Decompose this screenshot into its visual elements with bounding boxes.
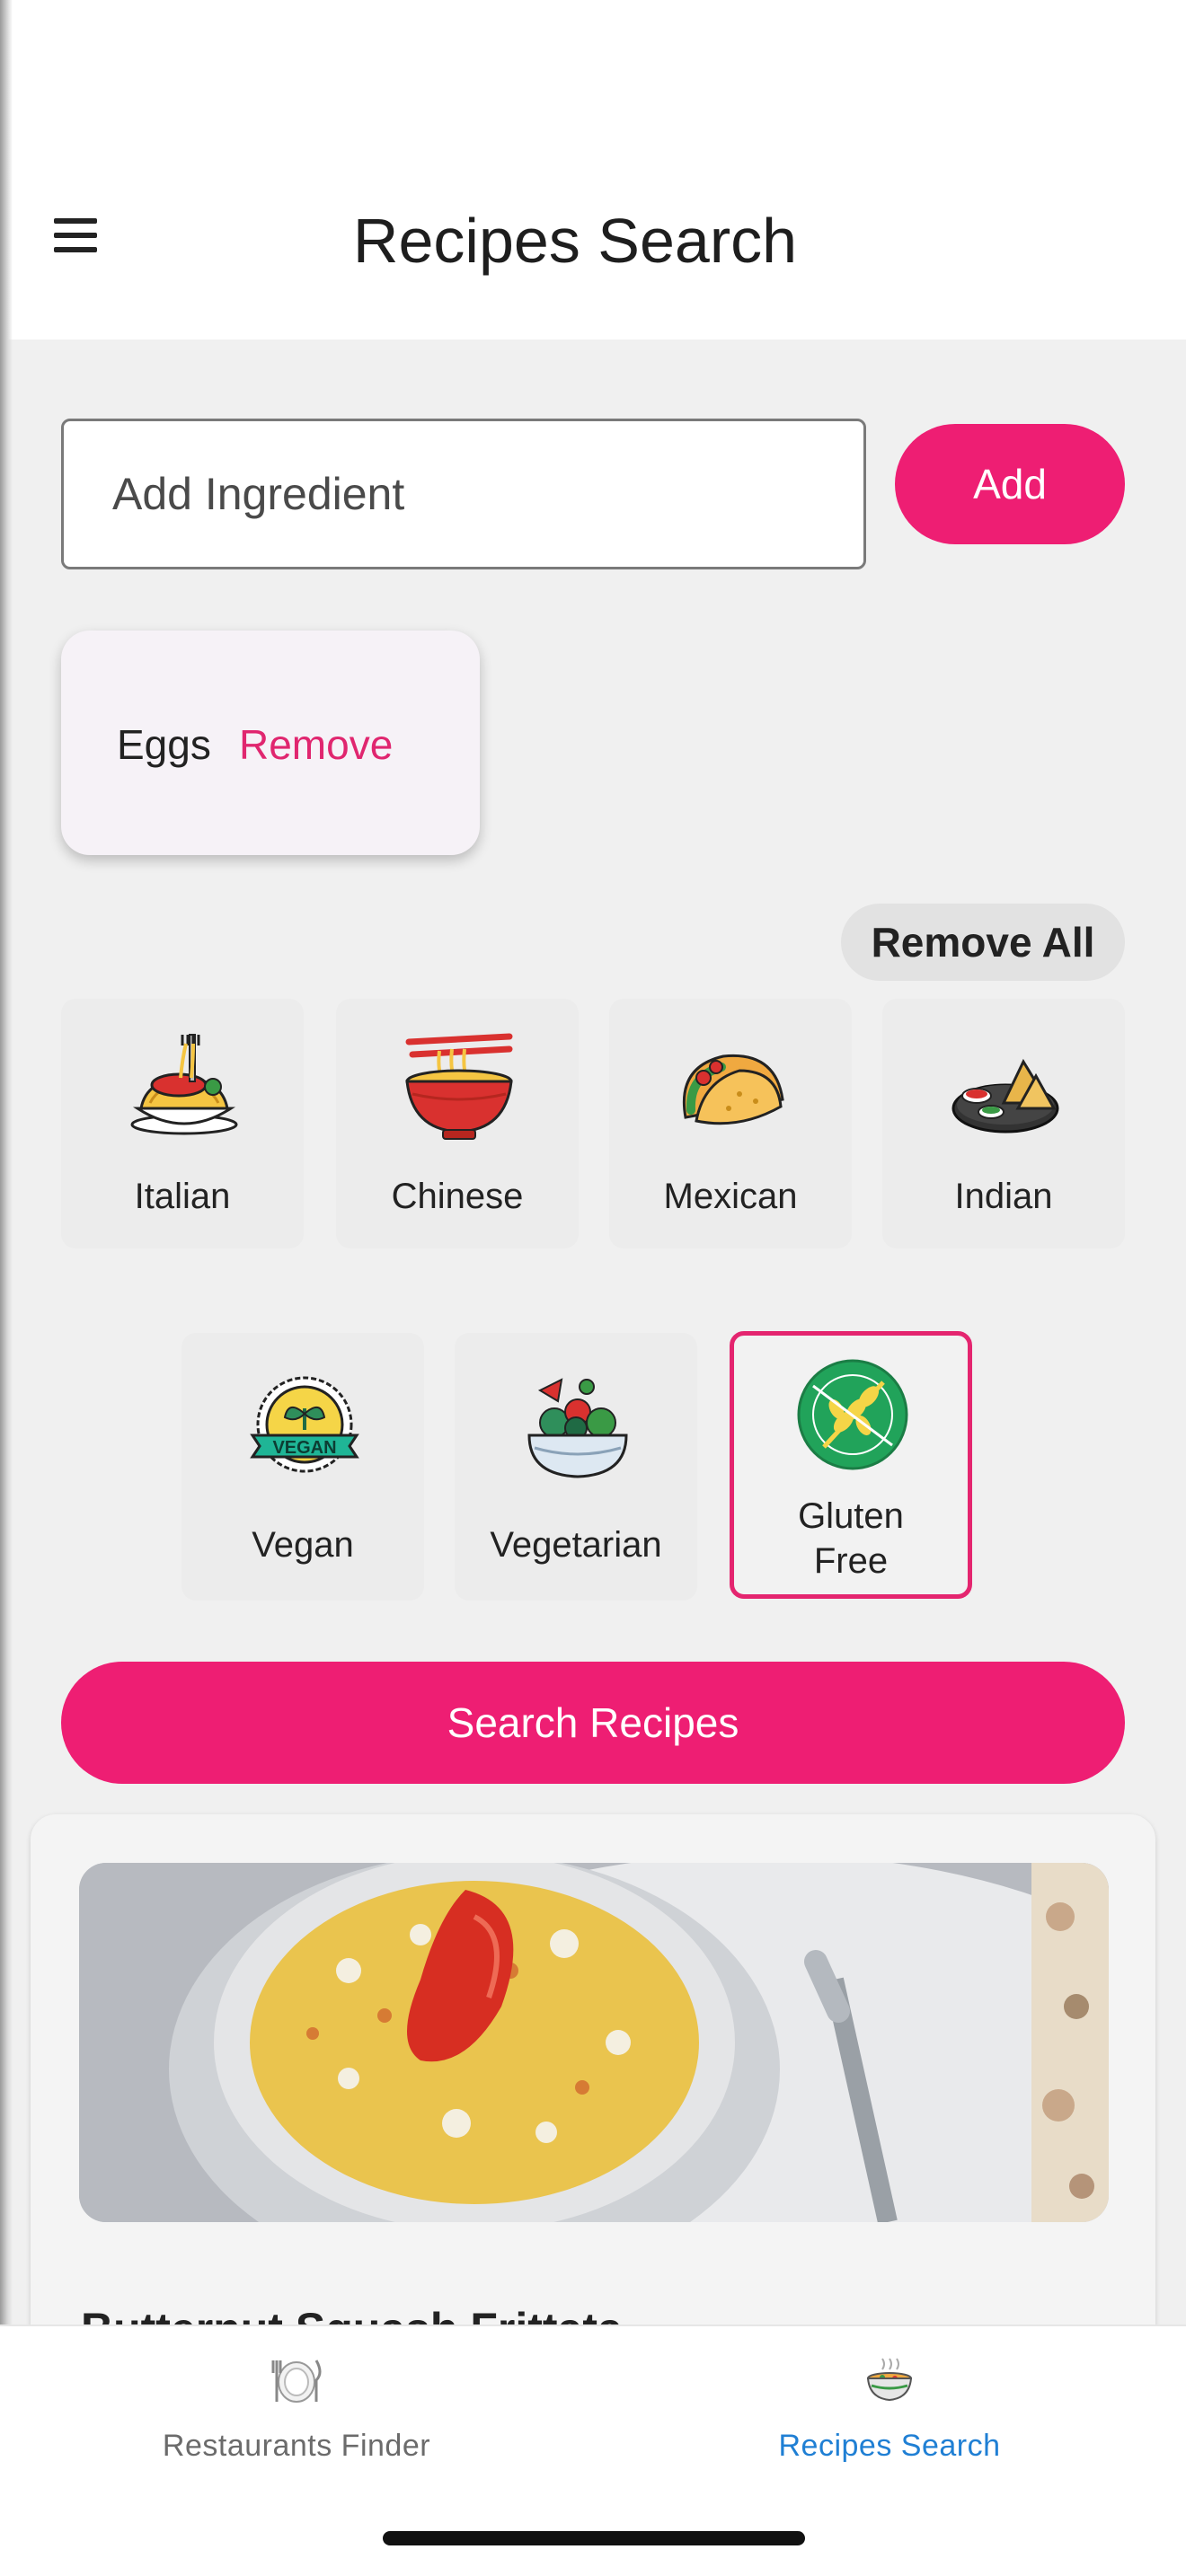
diet-label: Vegetarian	[490, 1525, 662, 1565]
nav-recipes-search[interactable]: Recipes Search	[692, 2355, 1087, 2490]
cuisine-tile-indian[interactable]: Indian	[882, 999, 1125, 1248]
diet-tile-vegetarian[interactable]: Vegetarian	[455, 1333, 697, 1601]
diet-label: Gluten Free	[734, 1494, 968, 1584]
diet-tile-gluten-free[interactable]: Gluten Free	[730, 1331, 972, 1599]
vegan-badge-icon: VEGAN	[250, 1376, 359, 1473]
cuisine-label: Mexican	[663, 1177, 798, 1216]
home-indicator[interactable]	[383, 2531, 805, 2545]
svg-text:VEGAN: VEGAN	[272, 1438, 336, 1458]
diet-tile-vegan[interactable]: VEGAN Vegan	[181, 1333, 424, 1601]
diet-label: Vegan	[252, 1525, 354, 1565]
search-recipes-button[interactable]: Search Recipes	[61, 1662, 1125, 1784]
samosa-icon	[951, 1058, 1059, 1134]
cuisine-label: Chinese	[391, 1177, 524, 1216]
noodle-bowl-icon	[405, 1033, 513, 1140]
nav-label: Recipes Search	[778, 2429, 1001, 2463]
ingredient-input[interactable]	[61, 419, 866, 569]
ingredient-chip: Eggs Remove	[61, 631, 480, 855]
diet-label-line1: Gluten	[798, 1496, 904, 1536]
remove-all-button[interactable]: Remove All	[841, 904, 1125, 981]
frittata-photo	[79, 1863, 1109, 2222]
cuisine-tile-mexican[interactable]: Mexican	[609, 999, 852, 1248]
recipe-image	[79, 1863, 1109, 2222]
pasta-icon	[130, 1034, 238, 1135]
app-header: Recipes Search	[0, 0, 1186, 340]
screen-edge	[0, 0, 13, 2576]
cuisine-label: Italian	[134, 1177, 231, 1216]
plate-cutlery-icon	[271, 2360, 322, 2403]
taco-icon	[682, 1054, 784, 1125]
cuisine-tile-italian[interactable]: Italian	[61, 999, 304, 1248]
add-ingredient-button[interactable]: Add	[895, 424, 1125, 544]
page-title: Recipes Search	[352, 206, 798, 276]
ingredient-name: Eggs	[117, 721, 211, 768]
salad-bowl-icon	[527, 1378, 628, 1478]
nav-restaurants-finder[interactable]: Restaurants Finder	[99, 2355, 494, 2490]
app-screen: Recipes Search Add Eggs Remove Remove Al…	[0, 0, 1186, 2576]
nav-label: Restaurants Finder	[162, 2429, 431, 2463]
soup-bowl-icon	[866, 2358, 913, 2402]
cuisine-label: Indian	[954, 1177, 1053, 1216]
gluten-free-icon	[797, 1359, 908, 1470]
diet-label-line2: Free	[813, 1541, 889, 1581]
cuisine-tile-chinese[interactable]: Chinese	[336, 999, 579, 1248]
remove-ingredient-button[interactable]: Remove	[239, 720, 393, 769]
